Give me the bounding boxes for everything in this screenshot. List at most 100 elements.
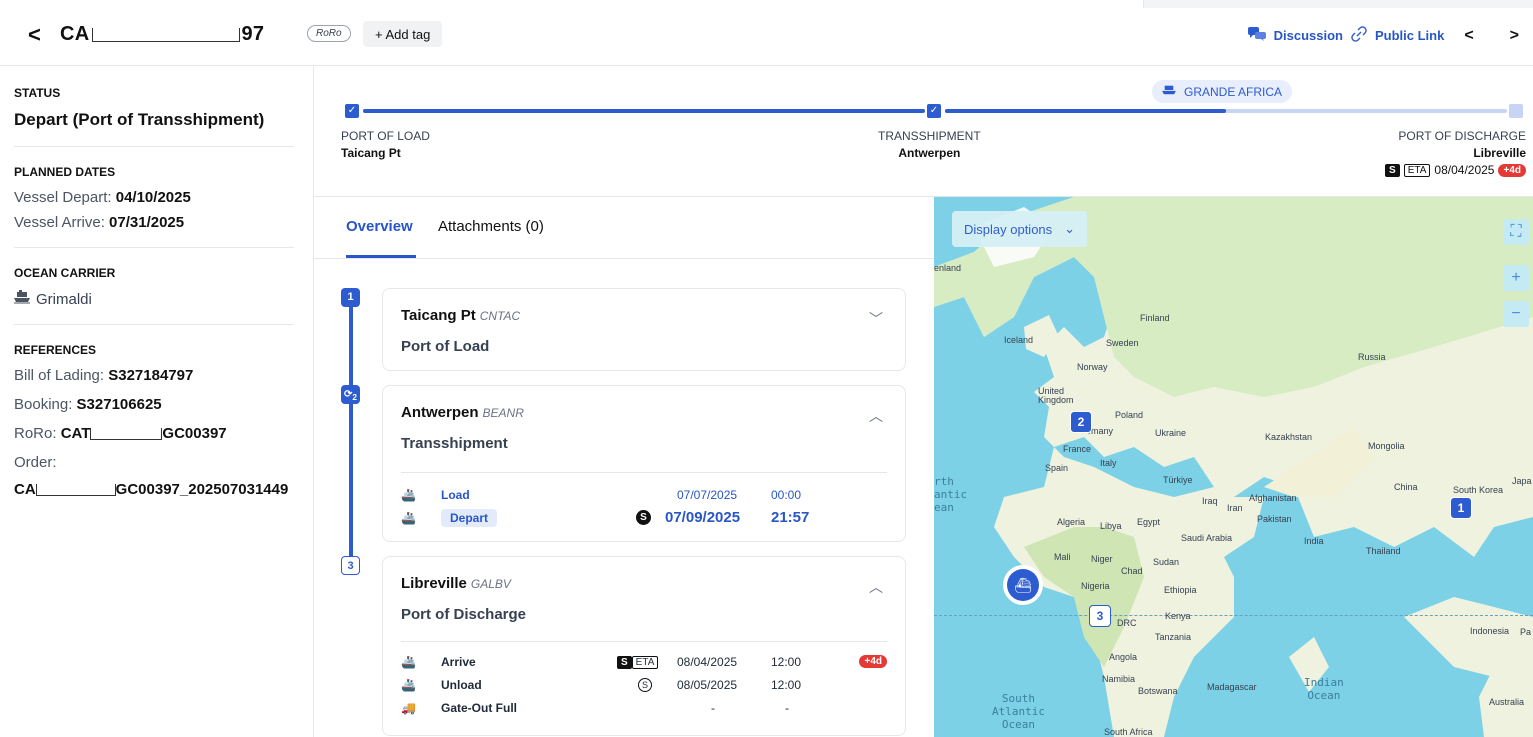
eta-marker: S ETA <box>617 654 659 669</box>
map-label: Libya <box>1100 521 1122 531</box>
chevron-up-icon[interactable]: ︿ <box>869 406 883 426</box>
truck-icon: 🚚 <box>401 700 416 715</box>
tab-attachments[interactable]: Attachments (0) <box>438 218 544 235</box>
stop-code: GALBV <box>470 577 511 591</box>
bol-value: S327184797 <box>108 367 194 384</box>
map-marker-1[interactable]: 1 <box>1450 497 1472 519</box>
map-marker-2[interactable]: 2 <box>1070 411 1092 433</box>
roro-label: RoRo: <box>14 425 57 442</box>
event-label: Unload <box>441 677 482 692</box>
details-sidebar: STATUS Depart (Port of Transshipment) PL… <box>0 66 314 737</box>
vessel-arrive-value: 07/31/2025 <box>109 214 185 231</box>
ship-icon: 🚢 <box>401 510 416 525</box>
vessel-name: GRANDE AFRICA <box>1184 84 1283 99</box>
event-row: 🚢 Depart S 07/09/2025 21:57 <box>401 506 887 529</box>
map-marker-3[interactable]: 3 <box>1089 605 1111 627</box>
map-label: Angola <box>1109 652 1138 662</box>
port-of-discharge: PORT OF DISCHARGE Libreville S ETA 08/04… <box>1385 129 1526 177</box>
map-label: South Africa <box>1104 727 1153 737</box>
zoom-out-button[interactable]: − <box>1503 301 1529 327</box>
redaction <box>35 484 116 497</box>
vessel-position-marker[interactable]: ⛴ <box>1003 565 1043 605</box>
map-label: South Korea <box>1453 485 1504 495</box>
mode-tag: RoRo <box>307 25 351 42</box>
public-link[interactable]: Public Link <box>1375 28 1444 43</box>
ship-icon: ⛴ <box>1007 569 1039 601</box>
event-time: 12:00 <box>771 677 802 692</box>
map-label: Japa <box>1512 476 1532 486</box>
ship-icon: 🚢 <box>401 654 416 669</box>
progress-leg-1 <box>363 109 925 113</box>
map-label: Mali <box>1054 552 1071 562</box>
bol-label: Bill of Lading: <box>14 367 105 384</box>
event-row: 🚢 Unload S 08/05/2025 12:00 <box>401 673 887 696</box>
fullscreen-icon[interactable]: ⛶ <box>1503 219 1529 245</box>
discussion-link[interactable]: Discussion <box>1274 28 1343 43</box>
order-value-start: CA <box>14 481 36 498</box>
pod-eta: S ETA 08/04/2025 +4d <box>1385 163 1526 177</box>
map-label: Tanzania <box>1155 632 1192 642</box>
equator-line <box>934 615 1533 616</box>
link-icon[interactable] <box>1351 26 1367 45</box>
map-label: France <box>1063 444 1092 454</box>
display-options-dropdown[interactable]: Display options ⌄ <box>952 211 1088 247</box>
transshipment-port: TRANSSHIPMENT Antwerpen <box>878 129 981 160</box>
port-of-load: PORT OF LOAD Taicang Pt <box>341 129 430 160</box>
route-map[interactable]: Display options ⌄ ⛶ + − enland Iceland F… <box>934 197 1533 737</box>
zoom-in-button[interactable]: + <box>1503 265 1529 291</box>
eta-badge: ETA <box>1403 163 1431 177</box>
next-button[interactable]: > <box>1510 27 1519 45</box>
event-row: 🚚 Gate-Out Full - - <box>401 696 887 719</box>
map-label: Iraq <box>1202 496 1218 506</box>
roro-ref: RoRo: CAT GC00397 <box>14 425 294 442</box>
map-label: Madagascar <box>1207 682 1257 692</box>
references-heading: REFERENCES <box>14 343 97 357</box>
active-tab-indicator <box>346 255 416 258</box>
ocean-label: Indian Ocean <box>1304 676 1344 702</box>
stop-card-libreville[interactable]: Libreville GALBV Port of Discharge ︿ 🚢 Ar… <box>382 556 906 736</box>
chevron-up-icon[interactable]: ︿ <box>869 577 883 597</box>
chevron-down-icon: ⌄ <box>1064 221 1076 236</box>
vessel-depart-value: 04/10/2025 <box>115 189 191 206</box>
redaction <box>91 27 240 42</box>
pod-name: Libreville <box>1473 146 1526 160</box>
prev-button[interactable]: < <box>1464 27 1473 45</box>
stop-card-taicang[interactable]: Taicang Pt CNTAC Port of Load ﹀ <box>382 288 906 371</box>
map-label: Kenya <box>1165 611 1191 621</box>
order-label: Order: <box>14 454 57 471</box>
stop-name: Antwerpen BEANR <box>401 404 524 421</box>
add-tag-button[interactable]: + Add tag <box>363 21 443 47</box>
display-options-label: Display options <box>964 221 1053 237</box>
event-time: 12:00 <box>771 654 802 669</box>
shipment-title: CA 97 <box>60 23 264 46</box>
map-label: Botswana <box>1138 686 1178 696</box>
discussion-icon[interactable] <box>1247 27 1266 44</box>
map-label: Iceland <box>1004 335 1034 345</box>
map-label: Iran <box>1227 503 1243 513</box>
tab-overview[interactable]: Overview <box>346 218 413 235</box>
route-progress: ✓ ✓ GRANDE AFRICA PORT OF LOAD Taicang P… <box>314 66 1533 197</box>
map-label: Türkiye <box>1163 475 1193 485</box>
event-date: 07/09/2025 <box>665 509 741 526</box>
schedule-icon: S <box>638 677 652 692</box>
pod-eta-date: 08/04/2025 <box>1434 163 1495 177</box>
stop-card-antwerpen[interactable]: Antwerpen BEANR Transshipment ︿ 🚢 Load 07… <box>382 385 906 542</box>
map-label: Indonesia <box>1470 626 1510 636</box>
progress-leg-2-fill <box>945 109 1226 113</box>
map-label: Algeria <box>1057 517 1086 527</box>
ts-label: TRANSSHIPMENT <box>878 129 981 143</box>
map-label: Saudi Arabia <box>1181 533 1233 543</box>
chevron-down-icon[interactable]: ﹀ <box>869 309 883 329</box>
vessel-arrive-label: Vessel Arrive: <box>14 214 105 231</box>
back-button[interactable]: < <box>28 22 41 48</box>
event-date: 07/07/2025 <box>677 487 738 502</box>
pending-checkbox-icon <box>1509 104 1523 118</box>
timeline-node-1: 1 <box>341 288 360 307</box>
map-label: India <box>1304 536 1324 546</box>
map-landmass <box>934 197 1533 737</box>
check-icon: ✓ <box>927 104 941 118</box>
event-time: 00:00 <box>771 487 802 502</box>
map-label: Australia <box>1489 697 1525 707</box>
carrier-section: OCEAN CARRIER Grimaldi <box>14 266 294 325</box>
booking-value: S327106625 <box>76 396 162 413</box>
